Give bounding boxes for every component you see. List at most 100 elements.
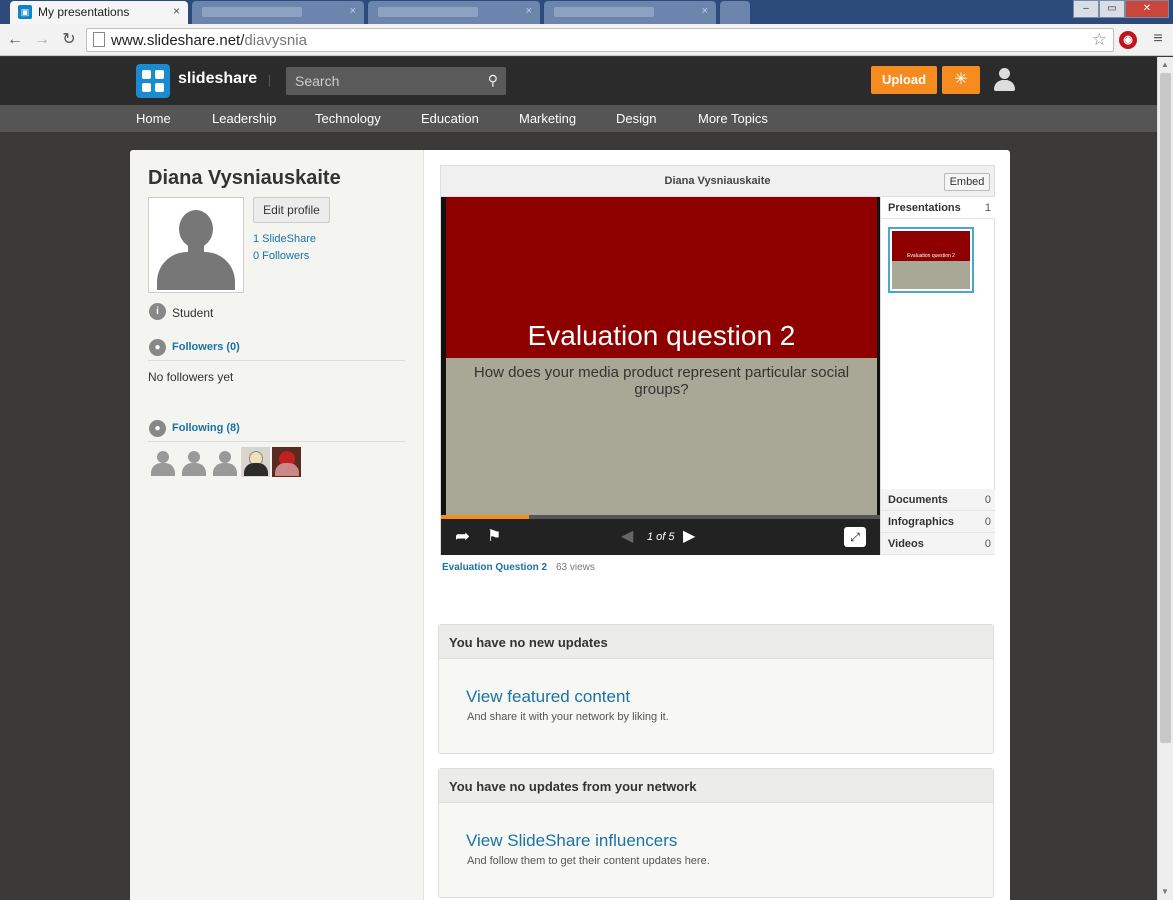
logo-square [155,83,164,92]
following-list [148,447,301,477]
topic-education[interactable]: Education [421,111,479,126]
next-slide-icon[interactable]: ▶ [683,526,695,546]
tab-close-icon[interactable]: × [702,5,708,17]
share-icon[interactable]: ➦ [455,526,470,547]
infographics-tab[interactable]: Infographics 0 [881,511,995,533]
new-tab-button[interactable] [720,1,750,24]
adblock-extension-icon[interactable]: ◉ [1119,31,1137,49]
url-host: www.slideshare.net/ [111,32,245,49]
player-controls: ➦ ⚑ ◀ 1 of 5 ▶ ⤢ [441,519,880,555]
clipboard-button-icon[interactable]: ✳ [942,66,980,94]
address-bar[interactable]: www.slideshare.net/diavysnia ☆ [86,28,1114,52]
tab-background-1[interactable]: × [192,1,364,24]
logo-square [142,83,151,92]
topic-nav: Home Leadership Technology Education Mar… [0,105,1173,132]
slide-viewer[interactable]: Evaluation question 2 How does your medi… [441,197,880,524]
followers-count-link[interactable]: 0 Followers [253,250,309,262]
minimize-window-icon[interactable]: – [1073,0,1099,18]
bookmark-star-icon[interactable]: ☆ [1092,30,1107,50]
content-sidebar: Presentations 1 Evaluation question 2 Do… [880,197,995,555]
following-avatar-photo[interactable] [241,447,270,477]
logo-square [155,70,164,79]
tab-background-2[interactable]: × [368,1,540,24]
scrollbar-thumb[interactable] [1160,73,1171,743]
logo-divider [269,75,270,87]
view-featured-content-link[interactable]: View featured content [466,687,630,707]
presentation-title-link[interactable]: Evaluation Question 2 [442,562,547,573]
forward-arrow-icon[interactable]: → [31,29,53,51]
tab-blurred-title [202,7,302,17]
slideshare-logo-icon[interactable] [136,64,170,98]
topic-technology[interactable]: Technology [315,111,381,126]
info-icon: i [149,303,166,320]
previous-slide-icon[interactable]: ◀ [621,526,633,546]
player-title: Diana Vysniauskaite [664,175,771,187]
presentations-tab[interactable]: Presentations 1 [881,197,995,219]
url-text[interactable]: www.slideshare.net/diavysnia [111,32,307,49]
videos-tab[interactable]: Videos 0 [881,533,995,555]
updates-header-text: You have no new updates [449,635,608,650]
logo-square [142,70,151,79]
view-influencers-link[interactable]: View SlideShare influencers [466,831,677,851]
videos-count: 0 [984,538,991,550]
avatar-body [151,463,175,476]
user-account-icon[interactable] [993,68,1015,92]
network-updates-header: You have no updates from your network [439,769,993,803]
infographics-count: 0 [984,516,991,528]
topic-design[interactable]: Design [616,111,656,126]
topic-more-topics[interactable]: More Topics [698,111,768,126]
page-scrollbar[interactable]: ▲ ▼ [1157,57,1173,900]
browser-tab-strip: ▣ My presentations × × × × – ▭ ✕ [0,0,1173,24]
slide-title: Evaluation question 2 [527,320,796,351]
avatar-body [182,463,206,476]
player-header: Diana Vysniauskaite Embed [441,166,994,197]
close-window-icon[interactable]: ✕ [1125,0,1169,18]
network-updates-box: You have no updates from your network Vi… [438,768,994,898]
upload-button[interactable]: Upload [871,66,937,94]
fullscreen-icon[interactable]: ⤢ [844,527,866,547]
following-heading[interactable]: Following (8) [172,422,240,434]
avatar[interactable] [148,197,244,293]
following-avatar-photo[interactable] [272,447,301,477]
restore-window-icon[interactable]: ▭ [1099,0,1125,18]
back-arrow-icon[interactable]: ← [4,29,26,51]
following-avatar[interactable] [179,447,208,477]
tab-close-icon[interactable]: × [526,5,532,17]
tab-background-3[interactable]: × [544,1,716,24]
logo-text[interactable]: slideshare [178,70,257,88]
window-controls: – ▭ ✕ [1073,0,1169,18]
following-avatar[interactable] [148,447,177,477]
slideshare-count-link[interactable]: 1 SlideShare [253,233,316,245]
search-icon[interactable]: ⚲ [488,72,498,89]
embed-button[interactable]: Embed [944,173,990,191]
followers-heading[interactable]: Followers (0) [172,341,240,353]
topic-leadership[interactable]: Leadership [212,111,276,126]
search-input[interactable] [286,67,476,95]
documents-tab[interactable]: Documents 0 [881,489,995,511]
scroll-up-icon[interactable]: ▲ [1161,60,1169,69]
page-icon [93,32,105,47]
tab-close-icon[interactable]: × [350,5,356,17]
browser-menu-icon[interactable]: ≡ [1148,30,1168,50]
thumbnail-bottom [892,261,970,289]
documents-count: 0 [984,494,991,506]
network-updates-description: And follow them to get their content upd… [467,855,710,867]
updates-header: You have no new updates [439,625,993,659]
reload-icon[interactable]: ↻ [58,29,80,51]
avatar-body [275,463,299,476]
avatar-body [244,463,268,476]
topic-marketing[interactable]: Marketing [519,111,576,126]
presentations-count: 1 [984,202,991,214]
following-avatar[interactable] [210,447,239,477]
scroll-down-icon[interactable]: ▼ [1161,887,1169,896]
tab-blurred-title [378,7,478,17]
tab-close-icon[interactable]: × [173,4,180,18]
flag-icon[interactable]: ⚑ [487,526,501,546]
topic-home[interactable]: Home [136,111,171,126]
browser-toolbar: ← → ↻ www.slideshare.net/diavysnia ☆ ◉ ≡ [0,24,1173,56]
edit-profile-button[interactable]: Edit profile [253,197,330,223]
followers-group-icon: ● [149,339,166,356]
url-path: diavysnia [244,32,307,49]
presentation-thumbnail[interactable]: Evaluation question 2 [888,227,974,293]
tab-my-presentations[interactable]: ▣ My presentations × [10,1,188,24]
